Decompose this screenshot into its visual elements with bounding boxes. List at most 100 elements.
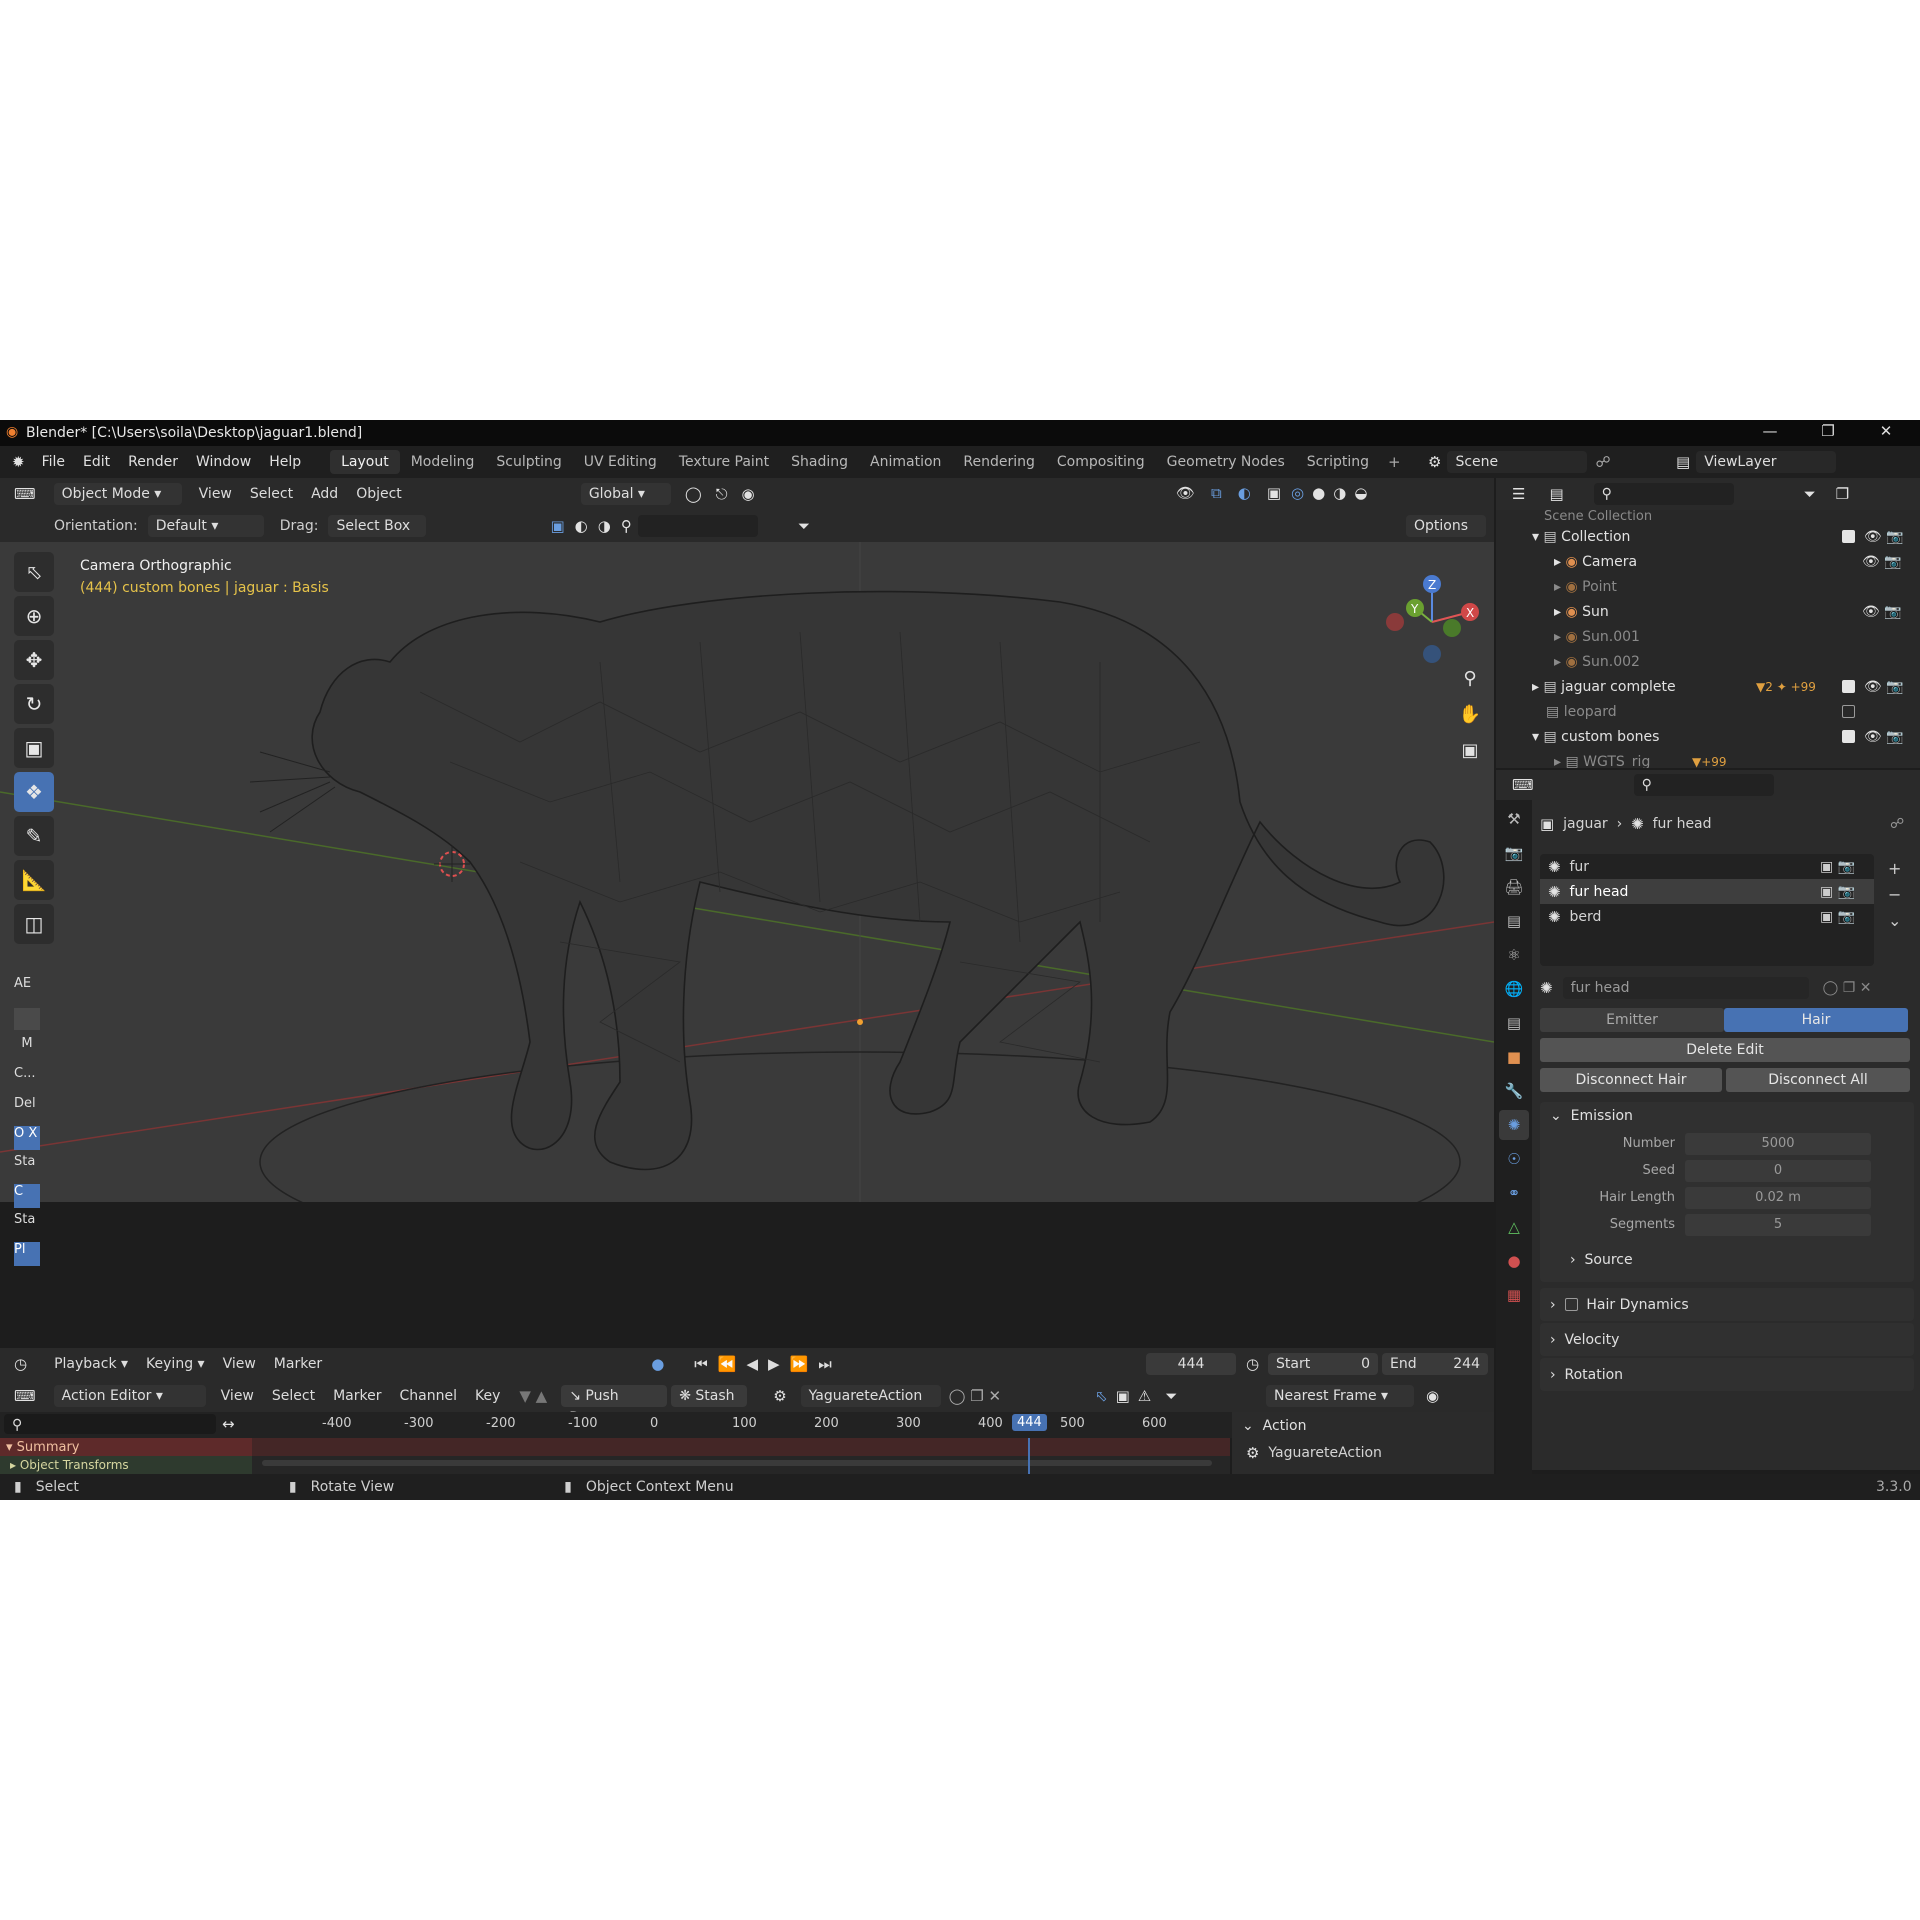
emitter-button[interactable]: Emitter	[1540, 1008, 1724, 1032]
end-frame-field[interactable]: End 244	[1382, 1353, 1488, 1375]
row-checkbox[interactable]	[1842, 680, 1855, 693]
menu-file[interactable]: File	[33, 454, 74, 470]
timeline-menu-marker[interactable]: Marker	[265, 1356, 331, 1372]
add-workspace-icon[interactable]: +	[1388, 453, 1401, 471]
menu-edit[interactable]: Edit	[74, 454, 119, 470]
select-box-tool-icon[interactable]: ⬁	[14, 552, 54, 592]
number-field[interactable]: 5000	[1685, 1132, 1871, 1155]
jump-start-icon[interactable]: ⏮	[694, 1355, 708, 1373]
timeline-editor-icon[interactable]: ◷	[14, 1355, 27, 1373]
object-transforms-channel[interactable]: ▸ Object Transforms	[0, 1456, 252, 1474]
viewport-display-icon[interactable]: ▣ 📷	[1820, 884, 1855, 900]
start-frame-field[interactable]: Start 0	[1268, 1353, 1378, 1375]
wireframe-shading-icon[interactable]: ◎	[1291, 484, 1304, 502]
push-down-button[interactable]: ↘ Push Down	[561, 1385, 668, 1426]
action-filter-icon[interactable]: ⏷	[1165, 1387, 1177, 1405]
annotate-tool-icon[interactable]: ✎	[14, 816, 54, 856]
tab-compositing[interactable]: Compositing	[1046, 450, 1156, 474]
world-tab-icon[interactable]: 🌐	[1499, 974, 1529, 1004]
horizontal-scrollbar[interactable]	[262, 1460, 1212, 1466]
tab-uv-editing[interactable]: UV Editing	[573, 450, 668, 474]
sidebar-item-pl[interactable]: Pl	[14, 1242, 40, 1266]
proportional-icon[interactable]: ◉	[1426, 1387, 1439, 1405]
viewport-menu-view[interactable]: View	[190, 486, 241, 502]
disconnect-all-button[interactable]: Disconnect All	[1726, 1068, 1910, 1092]
seed-field[interactable]: 0	[1685, 1159, 1871, 1182]
eye-icon[interactable]: 👁	[1862, 554, 1880, 570]
menu-render[interactable]: Render	[119, 454, 187, 470]
properties-search-input[interactable]: ⚲	[1633, 774, 1774, 796]
preview-range-icon[interactable]: ◷	[1246, 1355, 1259, 1373]
object-tab-icon[interactable]: ■	[1499, 1042, 1529, 1072]
editor-type-icon[interactable]: ⌨	[14, 485, 36, 503]
snap-icon[interactable]: ⎋	[716, 485, 728, 503]
pin-properties-icon[interactable]: ☍	[1890, 816, 1904, 832]
outliner-editor-icon[interactable]: ☰	[1512, 485, 1525, 503]
action-browse-icon[interactable]: ⚙	[773, 1387, 786, 1405]
data-tab-icon[interactable]: △	[1499, 1212, 1529, 1242]
drag-dropdown[interactable]: Select Box ▾	[328, 515, 427, 556]
menu-window[interactable]: Window	[187, 454, 260, 470]
sidebar-swatch[interactable]	[14, 1008, 40, 1030]
playhead-label[interactable]: 444	[1012, 1414, 1047, 1431]
list-item[interactable]: ✺ fur ▣ 📷	[1540, 854, 1874, 879]
viewport-menu-select[interactable]: Select	[241, 486, 302, 502]
tab-geometry-nodes[interactable]: Geometry Nodes	[1156, 450, 1296, 474]
solid-shading-icon[interactable]: ●	[1312, 484, 1325, 502]
texture-tab-icon[interactable]: ▦	[1499, 1280, 1529, 1310]
jump-keyframe-forward-icon[interactable]: ⏩	[790, 1355, 809, 1373]
orientation-dropdown[interactable]: Default ▾	[147, 515, 264, 537]
velocity-panel[interactable]: › Velocity	[1540, 1323, 1914, 1356]
camera-view-icon[interactable]: ▣	[1454, 740, 1486, 776]
material-shading-icon[interactable]: ◑	[1333, 484, 1346, 502]
render-tab-icon[interactable]: 📷	[1499, 838, 1529, 868]
scene-tab-icon[interactable]: ⚛	[1499, 940, 1529, 970]
tab-layout[interactable]: Layout	[330, 450, 400, 474]
outliner-row[interactable]: ▾ ▤ Collection 👁 📷	[1496, 524, 1920, 549]
transform-tool-icon[interactable]: ❖	[14, 772, 54, 812]
outliner-row[interactable]: ▤ leopard	[1496, 699, 1920, 724]
select-extend-icon[interactable]: ◐	[575, 517, 588, 535]
delete-edit-button[interactable]: Delete Edit	[1540, 1038, 1910, 1062]
blender-menu-icon[interactable]: ✹	[12, 453, 25, 471]
camera-icon[interactable]: 📷	[1886, 729, 1903, 745]
tab-animation[interactable]: Animation	[859, 450, 952, 474]
sidebar-item-ox[interactable]: O X	[14, 1126, 40, 1150]
scale-tool-icon[interactable]: ▣	[14, 728, 54, 768]
timeline-menu-playback[interactable]: Playback ▾	[45, 1356, 137, 1372]
jump-end-icon[interactable]: ⏭	[818, 1355, 832, 1373]
measure-tool-icon[interactable]: 📐	[14, 860, 54, 900]
hidden-icon[interactable]: ▣	[1116, 1387, 1130, 1405]
rendered-shading-icon[interactable]: ◒	[1354, 484, 1367, 502]
action-fake-user-icon[interactable]: ◯ ❐ ✕	[949, 1387, 1001, 1405]
play-icon[interactable]: ▶	[768, 1355, 780, 1373]
hair-length-field[interactable]: 0.02 m	[1685, 1186, 1871, 1209]
rotation-panel[interactable]: › Rotation	[1540, 1358, 1914, 1391]
select-mode-icon[interactable]: ▣	[550, 517, 564, 535]
hair-button[interactable]: Hair	[1724, 1008, 1908, 1032]
viewport-display-icon[interactable]: ▣ 📷	[1820, 909, 1855, 925]
tab-shading[interactable]: Shading	[780, 450, 859, 474]
disconnect-hair-button[interactable]: Disconnect Hair	[1540, 1068, 1722, 1092]
list-menu-button[interactable]: ⌄	[1888, 908, 1901, 934]
errors-icon[interactable]: ⚠	[1138, 1387, 1151, 1405]
scene-field[interactable]: Scene	[1447, 451, 1588, 473]
visibility-icon[interactable]: 👁	[1176, 484, 1195, 502]
particles-tab-icon[interactable]: ✺	[1499, 1110, 1529, 1140]
select-subtract-icon[interactable]: ◑	[598, 517, 611, 535]
tab-sculpting[interactable]: Sculpting	[485, 450, 572, 474]
action-panel-header[interactable]: ⌄ Action	[1232, 1412, 1494, 1440]
options-dropdown[interactable]: Options ▾	[1406, 515, 1486, 556]
hair-dynamics-panel[interactable]: › Hair Dynamics	[1540, 1288, 1914, 1321]
material-tab-icon[interactable]: ●	[1499, 1246, 1529, 1276]
filter-icon[interactable]: ⏷	[798, 517, 810, 535]
cursor-tool-icon[interactable]: ⊕	[14, 596, 54, 636]
outliner-row[interactable]: ▾ ▤ custom bones 👁 📷	[1496, 724, 1920, 749]
viewport-menu-object[interactable]: Object	[347, 486, 411, 502]
tab-scripting[interactable]: Scripting	[1296, 450, 1380, 474]
segments-field[interactable]: 5	[1685, 1213, 1871, 1236]
add-cube-tool-icon[interactable]: ◫	[14, 904, 54, 944]
eye-icon[interactable]: 👁	[1864, 729, 1882, 745]
constraints-tab-icon[interactable]: ⚭	[1499, 1178, 1529, 1208]
view-layer-tab-icon[interactable]: ▤	[1499, 906, 1529, 936]
